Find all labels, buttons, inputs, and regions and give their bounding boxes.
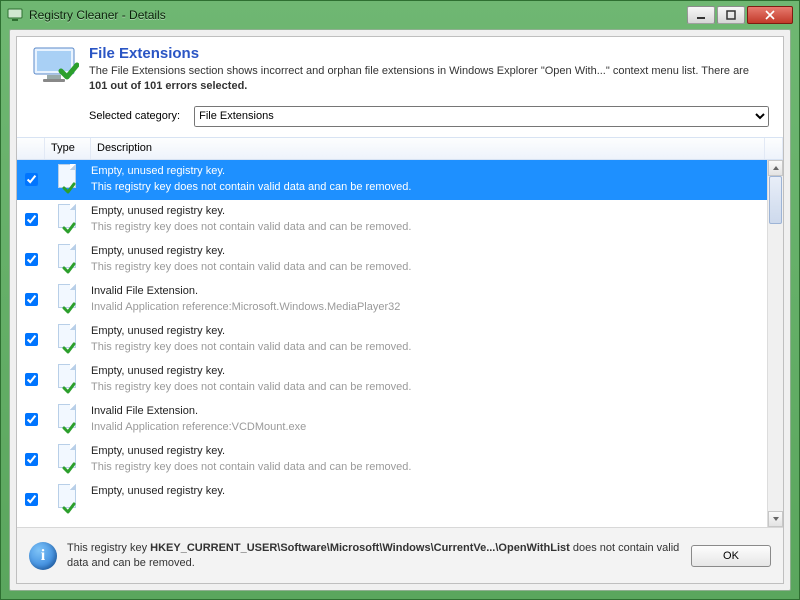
section-description: The File Extensions section shows incorr…: [89, 64, 769, 94]
row-detail: This registry key does not contain valid…: [91, 260, 761, 274]
footer-bar: i This registry key HKEY_CURRENT_USER\So…: [17, 527, 783, 583]
row-type-icon: [45, 480, 91, 520]
row-title: Invalid File Extension.: [91, 284, 761, 298]
row-checkbox[interactable]: [25, 493, 38, 506]
titlebar[interactable]: Registry Cleaner - Details: [1, 1, 799, 29]
row-checkbox-cell: [17, 280, 45, 320]
row-detail: This registry key does not contain valid…: [91, 180, 761, 194]
row-checkbox[interactable]: [25, 453, 38, 466]
row-checkbox[interactable]: [25, 293, 38, 306]
row-title: Invalid File Extension.: [91, 404, 761, 418]
close-button[interactable]: [747, 6, 793, 24]
list-item[interactable]: Invalid File Extension. Invalid Applicati…: [17, 280, 767, 320]
list-item[interactable]: Empty, unused registry key. This registry…: [17, 360, 767, 400]
rows-container: Empty, unused registry key. This registry…: [17, 160, 767, 527]
section-title: File Extensions: [89, 45, 769, 62]
row-title: Empty, unused registry key.: [91, 364, 761, 378]
row-checkbox-cell: [17, 400, 45, 440]
window-title: Registry Cleaner - Details: [29, 8, 685, 22]
row-detail: This registry key does not contain valid…: [91, 460, 761, 474]
row-checkbox-cell: [17, 200, 45, 240]
row-text: Invalid File Extension. Invalid Applicati…: [91, 400, 767, 435]
info-icon: i: [29, 542, 57, 570]
category-select[interactable]: File Extensions: [194, 106, 769, 127]
list-item[interactable]: Empty, unused registry key. This registry…: [17, 320, 767, 360]
category-label: Selected category:: [89, 110, 180, 122]
row-type-icon: [45, 440, 91, 480]
row-checkbox-cell: [17, 360, 45, 400]
row-text: Empty, unused registry key. This registry…: [91, 240, 767, 275]
list-item[interactable]: Empty, unused registry key. This registry…: [17, 440, 767, 480]
list-item[interactable]: Empty, unused registry key. This registry…: [17, 240, 767, 280]
row-text: Empty, unused registry key. This registry…: [91, 320, 767, 355]
row-checkbox[interactable]: [25, 413, 38, 426]
scroll-down-button[interactable]: [768, 511, 783, 527]
window-buttons: [685, 6, 793, 24]
row-type-icon: [45, 240, 91, 280]
row-type-icon: [45, 160, 91, 200]
results-list: Type Description Empty, unused registry …: [17, 137, 783, 527]
list-item[interactable]: Invalid File Extension. Invalid Applicati…: [17, 400, 767, 440]
vertical-scrollbar[interactable]: [767, 160, 783, 527]
scroll-up-button[interactable]: [768, 160, 783, 176]
row-title: Empty, unused registry key.: [91, 484, 761, 498]
monitor-icon: [31, 45, 79, 85]
row-text: Invalid File Extension. Invalid Applicati…: [91, 280, 767, 315]
row-checkbox[interactable]: [25, 173, 38, 186]
row-detail: This registry key does not contain valid…: [91, 220, 761, 234]
row-checkbox[interactable]: [25, 253, 38, 266]
row-type-icon: [45, 200, 91, 240]
row-checkbox-cell: [17, 160, 45, 200]
list-item[interactable]: Empty, unused registry key. This registry…: [17, 160, 767, 200]
row-text: Empty, unused registry key.: [91, 480, 767, 500]
row-title: Empty, unused registry key.: [91, 324, 761, 338]
row-checkbox-cell: [17, 320, 45, 360]
maximize-button[interactable]: [717, 6, 745, 24]
scroll-thumb[interactable]: [769, 176, 782, 224]
footer-text: This registry key HKEY_CURRENT_USER\Soft…: [67, 541, 681, 571]
section-header-text: File Extensions The File Extensions sect…: [89, 45, 769, 94]
list-item[interactable]: Empty, unused registry key.: [17, 480, 767, 520]
row-checkbox-cell: [17, 240, 45, 280]
col-checkbox[interactable]: [17, 138, 45, 159]
row-text: Empty, unused registry key. This registry…: [91, 160, 767, 195]
row-checkbox-cell: [17, 440, 45, 480]
col-description[interactable]: Description: [91, 138, 765, 159]
row-text: Empty, unused registry key. This registry…: [91, 200, 767, 235]
row-type-icon: [45, 280, 91, 320]
column-header: Type Description: [17, 138, 783, 160]
list-item[interactable]: Empty, unused registry key. This registry…: [17, 200, 767, 240]
window-frame: Registry Cleaner - Details: [0, 0, 800, 600]
row-text: Empty, unused registry key. This registry…: [91, 360, 767, 395]
row-checkbox[interactable]: [25, 333, 38, 346]
app-icon: [7, 7, 23, 23]
row-title: Empty, unused registry key.: [91, 244, 761, 258]
row-title: Empty, unused registry key.: [91, 204, 761, 218]
row-checkbox[interactable]: [25, 213, 38, 226]
row-type-icon: [45, 360, 91, 400]
row-checkbox[interactable]: [25, 373, 38, 386]
ok-button[interactable]: OK: [691, 545, 771, 567]
section-header: File Extensions The File Extensions sect…: [17, 37, 783, 100]
row-text: Empty, unused registry key. This registry…: [91, 440, 767, 475]
col-scroll-spacer: [765, 138, 783, 159]
row-detail: This registry key does not contain valid…: [91, 340, 761, 354]
col-type[interactable]: Type: [45, 138, 91, 159]
client-area: File Extensions The File Extensions sect…: [9, 29, 791, 591]
row-title: Empty, unused registry key.: [91, 444, 761, 458]
content-panel: File Extensions The File Extensions sect…: [16, 36, 784, 584]
row-detail: Invalid Application reference:VCDMount.e…: [91, 420, 761, 434]
row-type-icon: [45, 400, 91, 440]
minimize-button[interactable]: [687, 6, 715, 24]
row-detail: Invalid Application reference:Microsoft.…: [91, 300, 761, 314]
row-type-icon: [45, 320, 91, 360]
row-detail: This registry key does not contain valid…: [91, 380, 761, 394]
category-row: Selected category: File Extensions: [17, 100, 783, 137]
row-checkbox-cell: [17, 480, 45, 520]
row-title: Empty, unused registry key.: [91, 164, 761, 178]
